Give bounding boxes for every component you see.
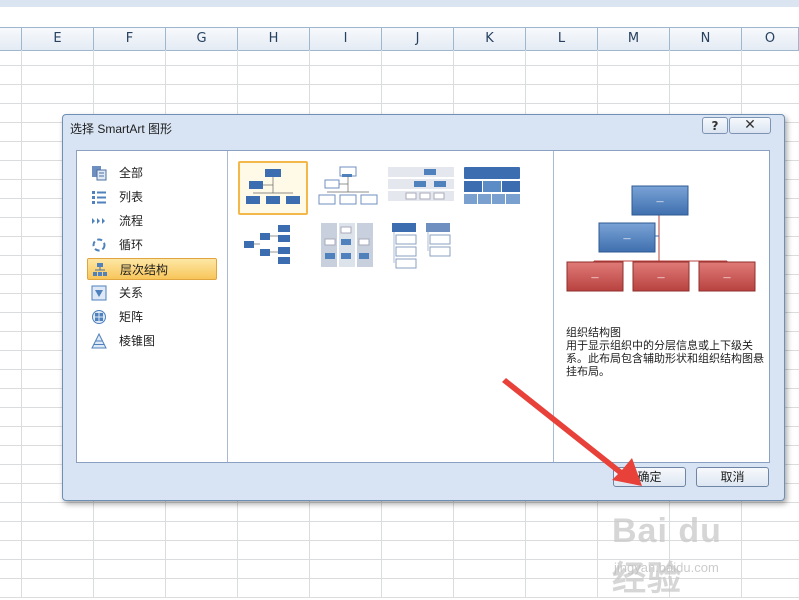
dialog-content-panel: 全部 列表 流程 循环 层次结构 关系 矩阵 棱锥图 — — — — — 组织结… [76, 150, 770, 463]
preview-node: — [598, 222, 656, 253]
table-hierarchy-icon [464, 167, 520, 204]
category-label: 矩阵 [119, 310, 144, 324]
category-label: 棱锥图 [119, 334, 156, 348]
column-header-n[interactable]: N [670, 28, 742, 50]
layout-table-hierarchy[interactable] [460, 161, 530, 215]
column-header-i[interactable]: I [310, 28, 382, 50]
column-header-e[interactable]: E [22, 28, 94, 50]
matrix-icon [92, 310, 106, 324]
layout-hierarchy[interactable] [388, 161, 458, 215]
column-header-k[interactable]: K [454, 28, 526, 50]
watermark-url: jingyan.baidu.com [614, 560, 719, 575]
cycle-icon [92, 238, 106, 252]
category-item-matrix[interactable]: 矩阵 [87, 306, 217, 328]
pyramid-icon [91, 333, 107, 349]
category-item-hierarchy[interactable]: 层次结构 [87, 258, 217, 280]
layout-labeled-hierarchy[interactable] [315, 221, 385, 275]
svg-text:—: — [723, 273, 731, 282]
category-label: 列表 [119, 190, 144, 204]
organization-chart-preview: — — — — — [566, 185, 756, 292]
name-title-chart-icon [318, 166, 378, 205]
column-headers: E F G H I J K L M N O [0, 27, 799, 51]
category-item-list[interactable]: 列表 [87, 186, 217, 208]
all-icon [92, 166, 107, 181]
category-label: 循环 [119, 238, 144, 252]
category-item-process[interactable]: 流程 [87, 210, 217, 232]
ok-button[interactable]: 确定 [613, 467, 686, 487]
preview-node: — [698, 261, 756, 292]
layout-horizontal-hierarchy[interactable] [238, 221, 308, 275]
preview-node: — [566, 261, 624, 292]
column-header-o[interactable]: O [742, 28, 799, 50]
list-icon [92, 191, 106, 204]
grid-column [0, 50, 22, 598]
column-header-m[interactable]: M [598, 28, 670, 50]
close-button[interactable]: ✕ [729, 117, 771, 134]
category-list: 全部 列表 流程 循环 层次结构 关系 矩阵 棱锥图 [77, 151, 228, 462]
svg-text:—: — [657, 273, 665, 282]
category-item-relationship[interactable]: 关系 [87, 282, 217, 304]
relationship-icon [91, 285, 107, 301]
layout-gallery [228, 151, 554, 462]
preview-layout-description: 用于显示组织中的分层信息或上下级关系。此布局包含辅助形状和组织结构图悬挂布局。 [566, 339, 764, 378]
column-header-g[interactable]: G [166, 28, 238, 50]
category-item-cycle[interactable]: 循环 [87, 234, 217, 256]
category-label: 流程 [119, 214, 144, 228]
layout-hierarchy-list[interactable] [388, 221, 458, 275]
dialog-title: 选择 SmartArt 图形 [70, 122, 173, 136]
organization-chart-icon [246, 169, 300, 204]
horizontal-hierarchy-icon [244, 225, 290, 264]
category-item-all[interactable]: 全部 [87, 162, 217, 184]
layout-name-and-title-org-chart[interactable] [315, 161, 385, 215]
smartart-dialog: 选择 SmartArt 图形 ? ✕ 全部 列表 流程 循环 层次结构 关系 矩… [62, 114, 785, 501]
layout-organization-chart[interactable] [238, 161, 308, 215]
preview-node: — [631, 185, 689, 216]
baidu-jingyan-watermark: Bai du 经验 jingyan.baidu.com [612, 512, 762, 598]
svg-text:—: — [656, 197, 664, 206]
svg-text:—: — [623, 234, 631, 243]
labeled-hierarchy-icon [321, 223, 373, 267]
hierarchy-layout-icon [388, 167, 454, 201]
hierarchy-icon [93, 263, 107, 276]
column-header-f[interactable]: F [94, 28, 166, 50]
column-header-partial [0, 28, 22, 50]
preview-pane: — — — — — 组织结构图 用于显示组织中的分层信息或上下级关系。此布局包含… [554, 151, 769, 462]
category-label: 全部 [119, 166, 144, 180]
column-header-l[interactable]: L [526, 28, 598, 50]
column-header-j[interactable]: J [382, 28, 454, 50]
preview-layout-name: 组织结构图 [566, 326, 621, 339]
cancel-button[interactable]: 取消 [696, 467, 769, 487]
category-item-pyramid[interactable]: 棱锥图 [87, 330, 217, 352]
help-button[interactable]: ? [702, 117, 728, 134]
watermark-logo-text: Bai du 经验 [612, 512, 722, 598]
svg-text:—: — [591, 273, 599, 282]
category-label: 层次结构 [120, 263, 169, 277]
preview-node: — [632, 261, 690, 292]
column-header-h[interactable]: H [238, 28, 310, 50]
process-icon [92, 218, 105, 224]
formula-bar-area [0, 7, 799, 28]
category-label: 关系 [119, 286, 144, 300]
hierarchy-list-icon [392, 223, 451, 269]
